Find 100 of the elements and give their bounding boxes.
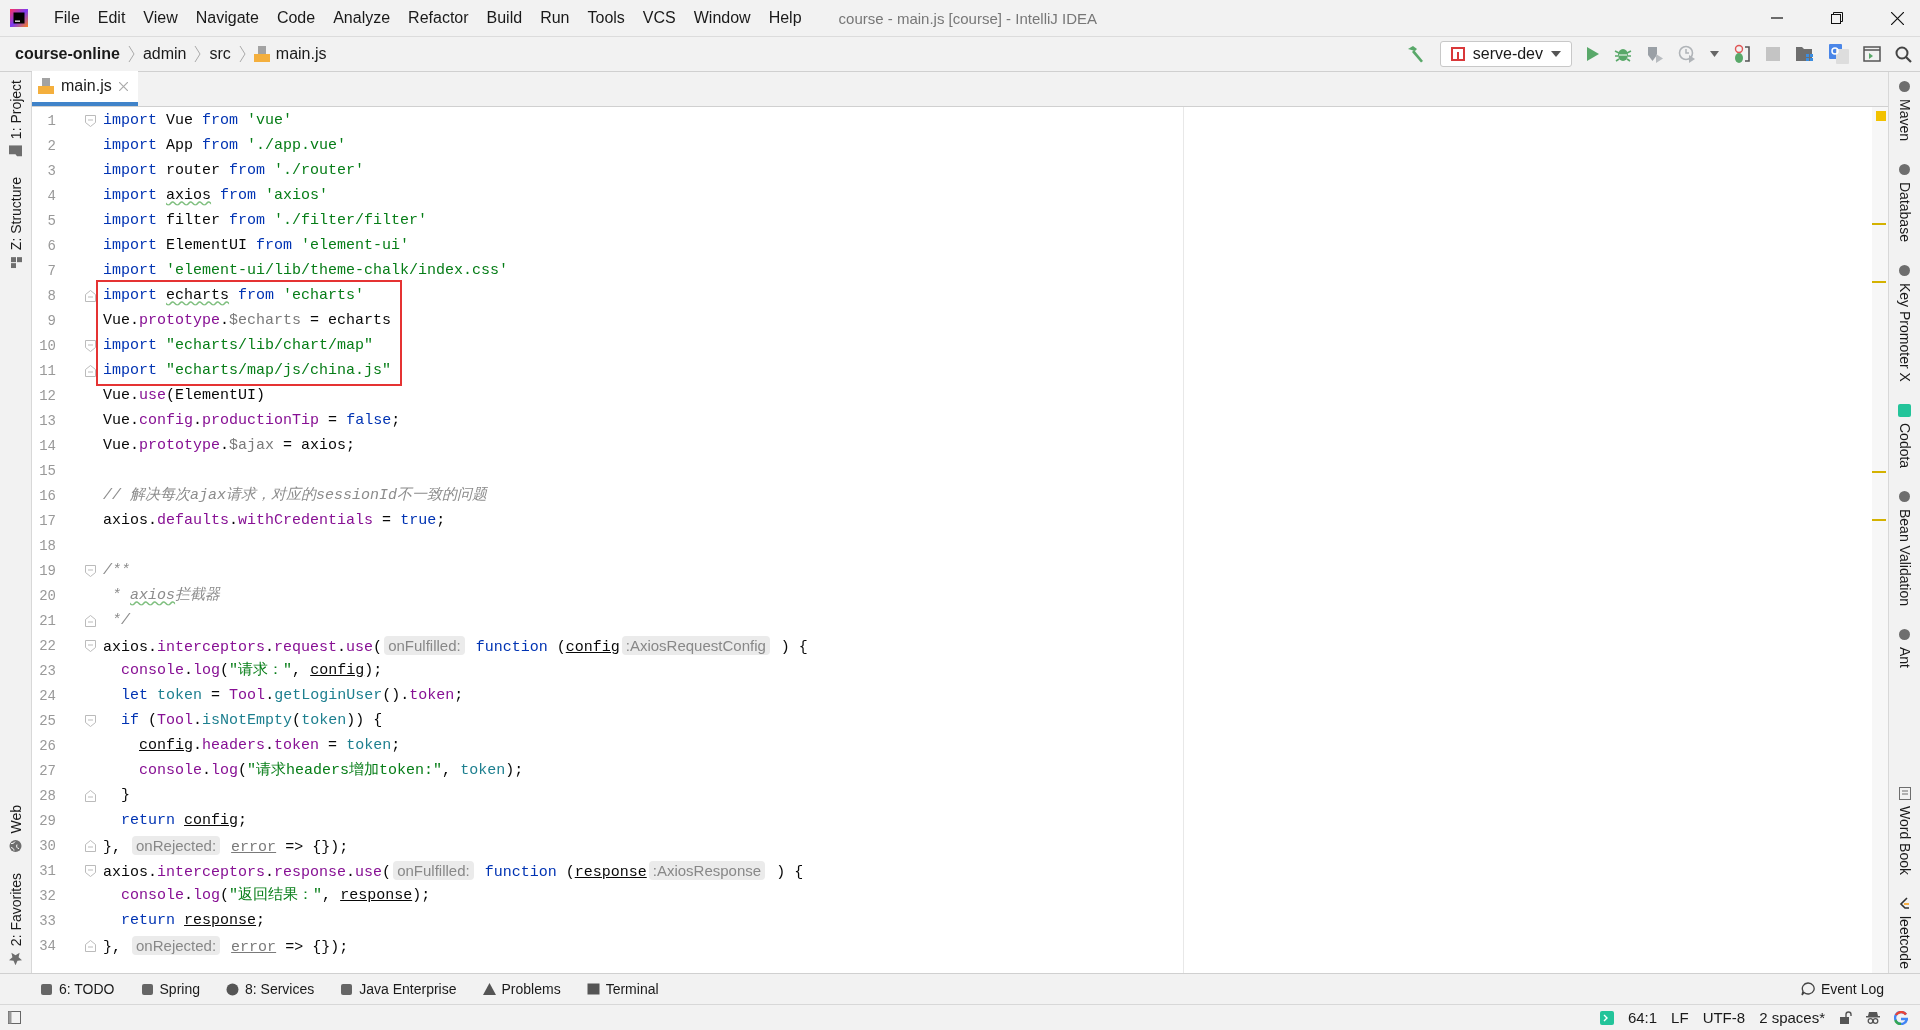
fold-icon[interactable] [85,614,96,627]
folder-grid-icon[interactable] [1795,45,1815,63]
menu-item[interactable]: Tools [578,9,634,27]
code-line: /** [103,561,130,581]
breadcrumb[interactable]: course-online [15,45,120,63]
line-number: 19 [38,562,56,579]
line-number: 9 [46,312,56,329]
run-icon[interactable] [1586,46,1600,62]
speech-bubble-icon [1800,982,1815,996]
scrollbar[interactable] [1872,107,1888,973]
tool-window-tab[interactable]: 8: Services [226,981,315,997]
line-number: 3 [46,162,56,179]
tool-window-tab[interactable]: 2: Favorites [7,872,24,965]
tool-window-tab[interactable]: Web [7,805,24,853]
panel-toggle-icon[interactable] [8,1011,21,1024]
line-number: 4 [46,187,56,204]
bug-stop-icon[interactable] [1733,44,1751,64]
tool-window-tab[interactable]: Spring [140,981,200,997]
menu-item[interactable]: View [134,9,187,27]
fold-icon[interactable] [85,939,96,952]
tool-window-tab[interactable]: Codota [1896,403,1913,468]
folder-icon [9,145,22,158]
line-number: 18 [38,537,56,554]
tool-window-tab[interactable]: Problems [482,981,561,997]
fold-icon[interactable] [85,289,96,302]
menu-item[interactable]: Analyze [324,9,400,27]
google-g-icon[interactable] [1894,1010,1908,1025]
menu-item[interactable]: VCS [633,9,685,27]
chevron-icon [127,45,135,63]
fold-icon[interactable] [85,364,96,377]
fold-icon[interactable] [85,839,96,852]
event-log-tab[interactable]: Event Log [1800,981,1884,997]
menu-item[interactable]: Window [684,9,760,27]
line-number: 27 [38,762,56,779]
menu-item[interactable]: File [45,9,89,27]
line-number: 1 [46,112,56,129]
code-line: Vue.use(ElementUI) [103,386,266,406]
shield-run-icon[interactable] [1646,45,1664,63]
menu-item[interactable]: Help [759,9,811,27]
tool-window-tab[interactable]: Database [1896,163,1913,242]
tool-window-tab[interactable]: Bean Validation [1896,489,1913,606]
tool-window-icon [140,982,154,996]
tool-window-icon [1898,163,1911,177]
tool-window-tab[interactable]: Key Promoter X [1896,263,1913,382]
tool-window-tab[interactable]: 1: Project [7,80,24,158]
restore-icon[interactable] [1831,12,1843,24]
menu-item[interactable]: Build [477,9,532,27]
fold-icon[interactable] [85,714,96,727]
tool-window-tab[interactable]: Maven [1896,80,1913,142]
tool-window-tab[interactable]: leetcode [1896,897,1913,969]
line-number: 6 [46,237,56,254]
code-line: Vue.prototype.$echarts = echarts [103,311,392,331]
fold-icon[interactable] [85,789,96,802]
cursor-position[interactable]: 64:1 [1627,1009,1658,1026]
tool-window-tab[interactable]: Terminal [586,981,659,997]
menu-item[interactable]: Navigate [186,9,268,27]
line-number: 23 [38,662,56,679]
tool-window-tab[interactable]: 6: TODO [40,981,115,997]
menu-item[interactable]: Run [531,9,579,27]
fold-icon[interactable] [85,639,96,652]
close-icon[interactable] [1891,11,1904,25]
code-line: console.log("请求headers增加token:", token); [138,760,524,781]
caret-icon[interactable] [1710,51,1719,57]
codota-icon[interactable] [1599,1010,1614,1025]
fold-icon[interactable] [85,114,96,127]
code-line: import App from './app.vue' [103,136,347,156]
fold-icon[interactable] [85,564,96,577]
menu-item[interactable]: Code [267,9,325,27]
line-number: 28 [38,787,56,804]
code-line: console.log("返回结果：", response); [120,885,431,906]
file-encoding[interactable]: UTF-8 [1702,1009,1746,1026]
code-line: axios.interceptors.response.use( onFulfilled: function (response :AxiosResponse ) { [103,860,804,883]
line-number: 33 [38,912,56,929]
breadcrumb[interactable]: src [209,45,231,63]
star-icon [9,952,22,965]
breadcrumb[interactable]: main.js [275,45,327,63]
run-configuration-dropdown[interactable]: serve-dev [1439,41,1572,67]
breadcrumb[interactable]: admin [142,45,187,63]
tool-window-tab[interactable]: Ant [1896,628,1913,668]
tool-window-tab[interactable]: Word Book [1896,787,1913,876]
warning-marker [1872,519,1886,521]
search-icon[interactable] [1895,45,1912,63]
tool-window-icon [586,982,600,996]
translate-icon[interactable] [1829,44,1849,64]
menu-item[interactable]: Edit [88,9,135,27]
indent-setting[interactable]: 2 spaces* [1759,1009,1825,1026]
fold-icon[interactable] [85,339,96,352]
menu-item[interactable]: Refactor [399,9,478,27]
tool-window-tab[interactable]: Java Enterprise [340,981,457,997]
tool-window-tab[interactable]: Z: Structure [7,177,24,269]
tool-window-icon [1898,628,1911,641]
clock-run-icon[interactable] [1678,45,1696,63]
stop-icon[interactable] [1765,46,1781,62]
inspector-icon[interactable] [1866,1010,1880,1025]
lock-icon[interactable] [1839,1010,1852,1025]
fold-icon[interactable] [85,864,96,877]
editor-tab[interactable]: main.js [32,71,138,106]
line-separator[interactable]: LF [1671,1009,1689,1026]
terminal-window-icon[interactable] [1863,46,1881,62]
js-file-icon [253,46,270,62]
